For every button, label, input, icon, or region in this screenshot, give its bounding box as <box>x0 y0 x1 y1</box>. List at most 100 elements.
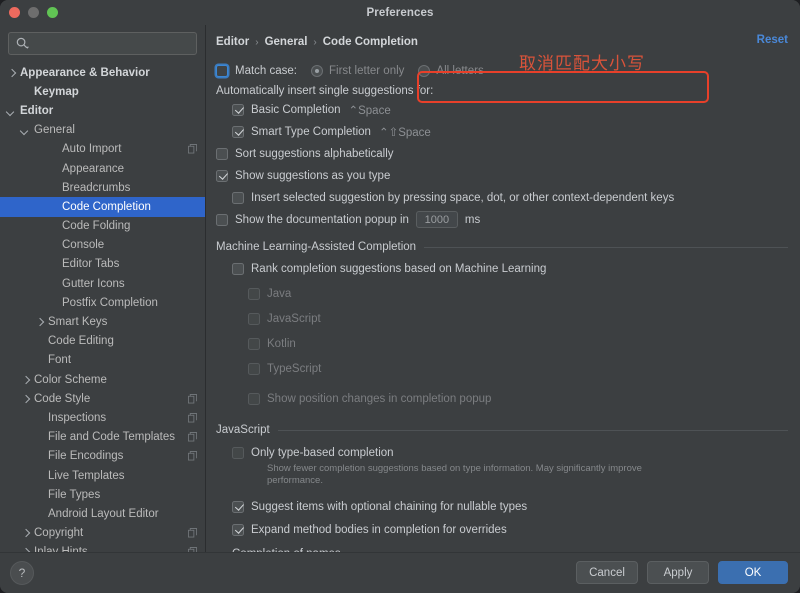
sidebar-item-postfix-completion[interactable]: Postfix Completion <box>0 293 205 312</box>
ok-button[interactable]: OK <box>718 561 788 584</box>
insert-selected-label: Insert selected suggestion by pressing s… <box>251 191 675 204</box>
chevron-right-icon[interactable] <box>20 393 31 404</box>
sidebar-item-label: Code Editing <box>48 335 114 348</box>
sidebar-item-console[interactable]: Console <box>0 236 205 255</box>
copy-icon <box>188 432 197 442</box>
sidebar-item-appearance[interactable]: Appearance <box>0 159 205 178</box>
doc-popup-delay-input[interactable]: 1000 <box>415 211 458 228</box>
sidebar-item-editor-tabs[interactable]: Editor Tabs <box>0 255 205 274</box>
sidebar-item-editor[interactable]: Editor <box>0 101 205 120</box>
reset-link[interactable]: Reset <box>757 34 788 46</box>
doc-popup-checkbox[interactable] <box>216 213 228 226</box>
show-as-you-type-label: Show suggestions as you type <box>235 169 391 182</box>
search-box[interactable] <box>8 32 197 55</box>
basic-completion-label: Basic Completion <box>251 103 341 116</box>
chevron-right-icon[interactable] <box>6 67 17 78</box>
search-icon <box>16 37 30 49</box>
sidebar-item-font[interactable]: Font <box>0 351 205 370</box>
settings-sidebar: Appearance & Behavior Keymap Editor General… <box>0 25 206 553</box>
sidebar-item-keymap[interactable]: Keymap <box>0 82 205 101</box>
ml-section-header: Machine Learning-Assisted Completion <box>216 241 788 253</box>
search-input[interactable] <box>9 32 196 55</box>
chevron-right-icon[interactable] <box>20 528 31 539</box>
ml-rank-label: Rank completion suggestions based on Mac… <box>251 262 547 275</box>
ml-java-label: Java <box>267 287 292 300</box>
first-letter-only-label: First letter only <box>329 64 405 77</box>
first-letter-only-radio[interactable] <box>311 64 323 77</box>
ml-section-title: Machine Learning-Assisted Completion <box>216 241 417 253</box>
sidebar-item-appearance-behavior[interactable]: Appearance & Behavior <box>0 63 205 82</box>
expand-method-bodies-checkbox[interactable] <box>232 523 244 536</box>
sidebar-item-breadcrumbs[interactable]: Breadcrumbs <box>0 178 205 197</box>
ml-rank-checkbox[interactable] <box>232 262 244 275</box>
sidebar-item-live-templates[interactable]: Live Templates <box>0 466 205 485</box>
sidebar-item-gutter-icons[interactable]: Gutter Icons <box>0 274 205 293</box>
annotation-text: 取消匹配大小写 <box>519 54 645 74</box>
ml-java-checkbox[interactable] <box>248 287 260 300</box>
sidebar-item-inspections[interactable]: Inspections <box>0 408 205 427</box>
copy-icon <box>188 144 197 154</box>
preferences-window: Preferences Appearance & Behavior Keymap E… <box>0 0 800 593</box>
ml-typescript-checkbox[interactable] <box>248 362 260 375</box>
show-as-you-type-checkbox[interactable] <box>216 169 228 182</box>
all-letters-radio[interactable] <box>418 64 431 77</box>
insert-selected-checkbox[interactable] <box>232 191 244 204</box>
expand-method-bodies-row: Expand method bodies in completion for o… <box>232 520 788 539</box>
copy-icon <box>188 393 197 404</box>
match-case-checkbox[interactable] <box>216 64 228 77</box>
ml-show-position-changes-row: Show position changes in completion popu… <box>248 389 788 408</box>
cancel-button[interactable]: Cancel <box>576 561 638 584</box>
only-type-based-checkbox[interactable] <box>232 446 244 459</box>
sidebar-item-auto-import[interactable]: Auto Import <box>0 140 205 159</box>
ml-rank-row: Rank completion suggestions based on Mac… <box>232 259 788 278</box>
breadcrumb-item[interactable]: Editor <box>216 36 249 48</box>
chevron-down-icon[interactable] <box>20 125 31 136</box>
smart-type-completion-checkbox[interactable] <box>232 125 244 138</box>
sidebar-item-copyright[interactable]: Copyright <box>0 524 205 543</box>
sidebar-item-smart-keys[interactable]: Smart Keys <box>0 312 205 331</box>
minimize-button[interactable] <box>28 7 39 18</box>
breadcrumb-item[interactable]: Code Completion <box>323 36 418 48</box>
insert-selected-row: Insert selected suggestion by pressing s… <box>232 188 788 207</box>
ml-kotlin-checkbox[interactable] <box>248 337 260 350</box>
sidebar-item-file-and-code-templates[interactable]: File and Code Templates <box>0 428 205 447</box>
auto-insert-heading: Automatically insert single suggestions … <box>216 85 434 97</box>
settings-tree: Appearance & Behavior Keymap Editor General… <box>0 59 205 553</box>
help-button[interactable]: ? <box>10 561 34 585</box>
sidebar-item-file-encodings[interactable]: File Encodings <box>0 447 205 466</box>
sidebar-item-label: Smart Keys <box>48 316 108 329</box>
sort-alphabetically-checkbox[interactable] <box>216 147 228 160</box>
ml-show-position-changes-checkbox[interactable] <box>248 392 260 405</box>
chevron-right-icon[interactable] <box>20 374 31 385</box>
basic-completion-shortcut: ⌃Space <box>348 104 391 117</box>
ml-kotlin-row: Kotlin <box>248 334 788 353</box>
smart-type-completion-row: Smart Type Completion ⌃⇧Space <box>232 122 788 141</box>
zoom-button[interactable] <box>47 7 58 18</box>
apply-button[interactable]: Apply <box>647 561 709 584</box>
search-container <box>0 25 205 59</box>
basic-completion-checkbox[interactable] <box>232 103 244 116</box>
sidebar-item-code-folding[interactable]: Code Folding <box>0 217 205 236</box>
sidebar-item-label: Inspections <box>48 411 107 424</box>
ml-typescript-row: TypeScript <box>248 359 788 378</box>
close-button[interactable] <box>9 7 20 18</box>
sidebar-item-code-editing[interactable]: Code Editing <box>0 332 205 351</box>
breadcrumb: Editor › General › Code Completion <box>206 25 800 50</box>
sidebar-item-color-scheme[interactable]: Color Scheme <box>0 370 205 389</box>
sidebar-item-file-types[interactable]: File Types <box>0 485 205 504</box>
breadcrumb-item[interactable]: General <box>265 36 308 48</box>
sidebar-item-general[interactable]: General <box>0 121 205 140</box>
sidebar-item-code-completion[interactable]: Code Completion <box>0 197 205 217</box>
ml-javascript-checkbox[interactable] <box>248 312 260 325</box>
sidebar-item-android-layout-editor[interactable]: Android Layout Editor <box>0 504 205 523</box>
sidebar-item-code-style[interactable]: Code Style <box>0 389 205 408</box>
chevron-down-icon[interactable] <box>6 105 17 116</box>
optional-chaining-checkbox[interactable] <box>232 500 244 513</box>
chevron-right-icon[interactable] <box>34 317 45 328</box>
ml-javascript-row: JavaScript <box>248 309 788 328</box>
sidebar-item-label: Editor <box>20 104 54 117</box>
